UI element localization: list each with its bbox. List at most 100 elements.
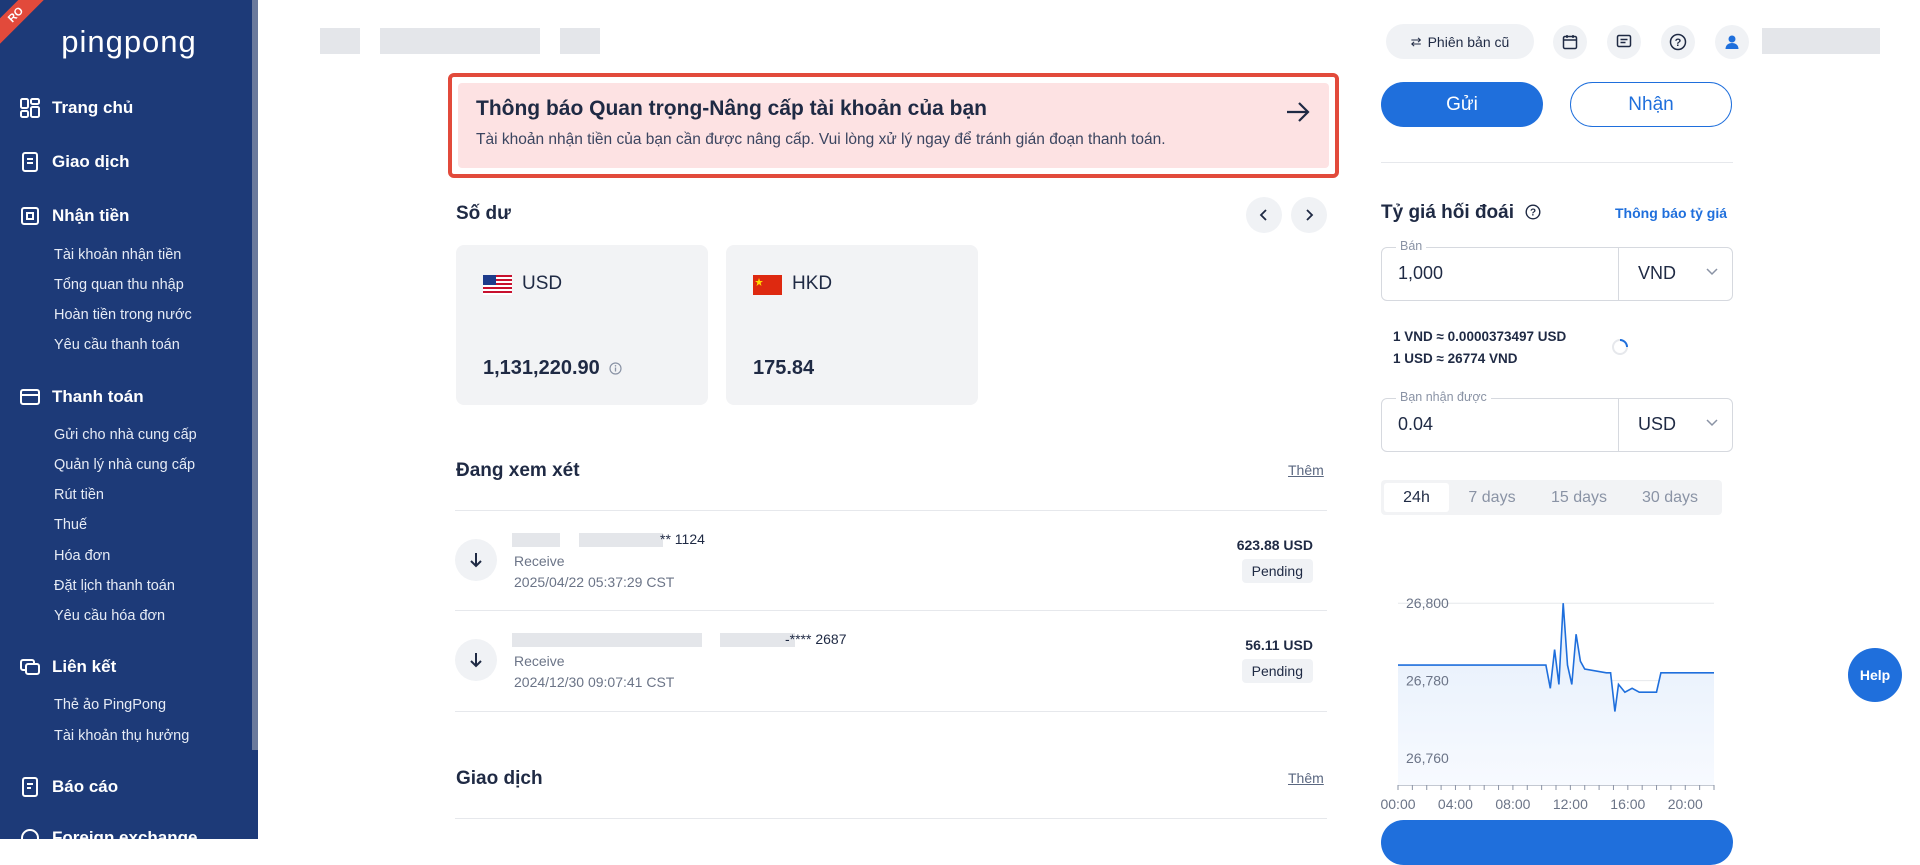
tab-24h[interactable]: 24h: [1384, 483, 1449, 512]
help-circle-icon[interactable]: ?: [1525, 204, 1541, 220]
receive-currency-select[interactable]: USD: [1638, 414, 1676, 435]
sell-amount-field[interactable]: Bán 1,000 VND: [1381, 239, 1733, 301]
under-review-title: Đang xem xét: [456, 460, 580, 481]
exchange-icon: [21, 829, 39, 839]
nav-sub-send-supplier[interactable]: Gửi cho nhà cung cấp: [54, 427, 197, 443]
info-icon[interactable]: [609, 362, 622, 375]
nav-item-label: Liên kết: [52, 657, 117, 676]
tab-15-days[interactable]: 15 days: [1535, 483, 1623, 512]
nav-item-report[interactable]: Báo cáo: [20, 777, 118, 797]
sidebar-scrollbar[interactable]: [252, 0, 258, 750]
user-icon[interactable]: [1715, 25, 1749, 59]
transaction-date: 2024/12/30 09:07:41 CST: [514, 674, 675, 690]
calendar-icon[interactable]: [1553, 25, 1587, 59]
redacted-merchant-name: [380, 28, 540, 54]
status-badge: Pending: [1241, 659, 1313, 683]
alert-title: Thông báo Quan trọng-Nâng cấp tài khoản …: [476, 97, 988, 120]
nav-sub-manage-supplier[interactable]: Quản lý nhà cung cấp: [54, 457, 195, 473]
convert-button[interactable]: [1381, 820, 1733, 865]
nav-sub-invoice-request[interactable]: Yêu cầu hóa đơn: [54, 608, 165, 624]
redacted-merchant-name: [560, 28, 600, 54]
nav-item-transactions[interactable]: Giao dịch: [20, 152, 129, 172]
chart-x-tick-label: 20:00: [1668, 796, 1703, 812]
nav-sub-payment-request[interactable]: Yêu cầu thanh toán: [54, 337, 180, 353]
account-number: -**** 2687: [785, 631, 847, 647]
nav-sub-receiving-accounts[interactable]: Tài khoản nhận tiền: [54, 247, 181, 263]
tab-30-days[interactable]: 30 days: [1623, 483, 1717, 512]
chevron-left-icon: [1259, 209, 1267, 221]
chart-y-tick-label: 26,780: [1406, 673, 1449, 689]
rate-usd-vnd: 1 USD ≈ 26774 VND: [1393, 351, 1518, 366]
nav-sub-tax[interactable]: Thuế: [54, 517, 87, 533]
chart-x-tick-label: 08:00: [1495, 796, 1530, 812]
transaction-amount: 623.88 USD: [1236, 537, 1313, 553]
alert-body: Tài khoản nhận tiền của bạn cần được nân…: [476, 131, 1166, 148]
nav-item-label: Thanh toán: [52, 387, 144, 406]
nav-item-links[interactable]: Liên kết: [20, 657, 116, 677]
receive-amount-input[interactable]: 0.04: [1398, 414, 1433, 435]
balance-card-hkd[interactable]: HKD 175.84: [726, 245, 978, 405]
nav-item-receive[interactable]: Nhận tiền: [20, 206, 129, 226]
cn-flag-icon: [753, 275, 782, 295]
nav-item-fx[interactable]: Foreign exchange: [20, 828, 197, 839]
redacted-account: [512, 633, 702, 647]
transactions-title: Giao dịch: [456, 768, 543, 789]
nav-sub-beneficiary[interactable]: Tài khoản thụ hưởng: [54, 728, 189, 744]
nav-item-home[interactable]: Trang chủ: [20, 98, 133, 118]
balance-card-usd[interactable]: USD 1,131,220.90: [456, 245, 708, 405]
nav-item-payment[interactable]: Thanh toán: [20, 387, 144, 407]
chevron-right-icon: [1306, 209, 1314, 221]
svg-text:?: ?: [1675, 37, 1682, 49]
fx-rate-chart[interactable]: 26,800 26,780 26,760 00:00 04:00 08:00 12:00 16…: [1381, 560, 1733, 820]
help-circle-icon[interactable]: ?: [1661, 25, 1695, 59]
review-more-link[interactable]: Thêm: [1288, 462, 1324, 478]
redacted-user-name: [1762, 28, 1880, 54]
receive-amount-field[interactable]: Bạn nhận được 0.04 USD: [1381, 390, 1733, 452]
receive-button[interactable]: Nhận: [1570, 82, 1732, 127]
dashboard-icon: [20, 98, 40, 118]
old-version-label: Phiên bản cũ: [1427, 33, 1510, 50]
app-logo[interactable]: pingpong: [0, 24, 258, 60]
help-button[interactable]: Help: [1848, 648, 1902, 702]
account-number: ** 1124: [660, 531, 705, 547]
nav-sub-domestic-refund[interactable]: Hoàn tiền trong nước: [54, 307, 192, 323]
link-cards-icon: [20, 659, 40, 675]
divider: [1381, 162, 1733, 163]
nav-sub-income-overview[interactable]: Tổng quan thu nhập: [54, 277, 184, 293]
chart-x-tick-label: 16:00: [1610, 796, 1645, 812]
transaction-amount: 56.11 USD: [1245, 637, 1313, 653]
sidebar: RO pingpong Trang chủ Giao dịch Nhận tiề…: [0, 0, 258, 839]
chevron-down-icon[interactable]: [1706, 419, 1718, 427]
rate-alert-link[interactable]: Thông báo tỷ giá: [1615, 205, 1727, 221]
prev-arrow-button[interactable]: [1246, 197, 1282, 233]
redacted-merchant-name: [320, 28, 360, 54]
transaction-type: Receive: [514, 653, 565, 669]
receive-label: Bạn nhận được: [1396, 390, 1491, 404]
transactions-more-link[interactable]: Thêm: [1288, 770, 1324, 786]
receive-arrow-icon: [455, 539, 497, 581]
period-tabs: 24h 7 days 15 days 30 days: [1381, 480, 1722, 515]
sell-currency-select[interactable]: VND: [1638, 263, 1676, 284]
nav-item-label: Giao dịch: [52, 152, 130, 171]
review-row[interactable]: -**** 2687 Receive 2024/12/30 09:07:41 C…: [455, 610, 1327, 710]
old-version-button[interactable]: ⇄ Phiên bản cũ: [1386, 24, 1534, 59]
nav-sub-invoice[interactable]: Hóa đơn: [54, 548, 110, 564]
send-button[interactable]: Gửi: [1381, 82, 1543, 127]
sell-amount-input[interactable]: 1,000: [1398, 263, 1443, 284]
chart-y-tick-label: 26,800: [1406, 595, 1449, 611]
swap-icon: ⇄: [1410, 33, 1422, 49]
receive-arrow-icon: [455, 639, 497, 681]
nav-sub-schedule-payment[interactable]: Đặt lịch thanh toán: [54, 578, 175, 594]
chart-y-tick-label: 26,760: [1406, 750, 1449, 766]
tab-7-days[interactable]: 7 days: [1449, 483, 1535, 512]
chevron-down-icon[interactable]: [1706, 268, 1718, 276]
receive-icon: [21, 207, 39, 225]
next-arrow-button[interactable]: [1291, 197, 1327, 233]
nav-sub-withdraw[interactable]: Rút tiền: [54, 487, 104, 503]
nav-sub-virtual-card[interactable]: Thẻ ảo PingPong: [54, 697, 166, 713]
nav-item-label: Trang chủ: [52, 98, 134, 117]
review-row[interactable]: ** 1124 Receive 2025/04/22 05:37:29 CST …: [455, 510, 1327, 610]
arrow-right-icon[interactable]: [1285, 101, 1311, 123]
message-icon[interactable]: [1607, 25, 1641, 59]
account-upgrade-alert[interactable]: Thông báo Quan trọng-Nâng cấp tài khoản …: [448, 73, 1339, 178]
